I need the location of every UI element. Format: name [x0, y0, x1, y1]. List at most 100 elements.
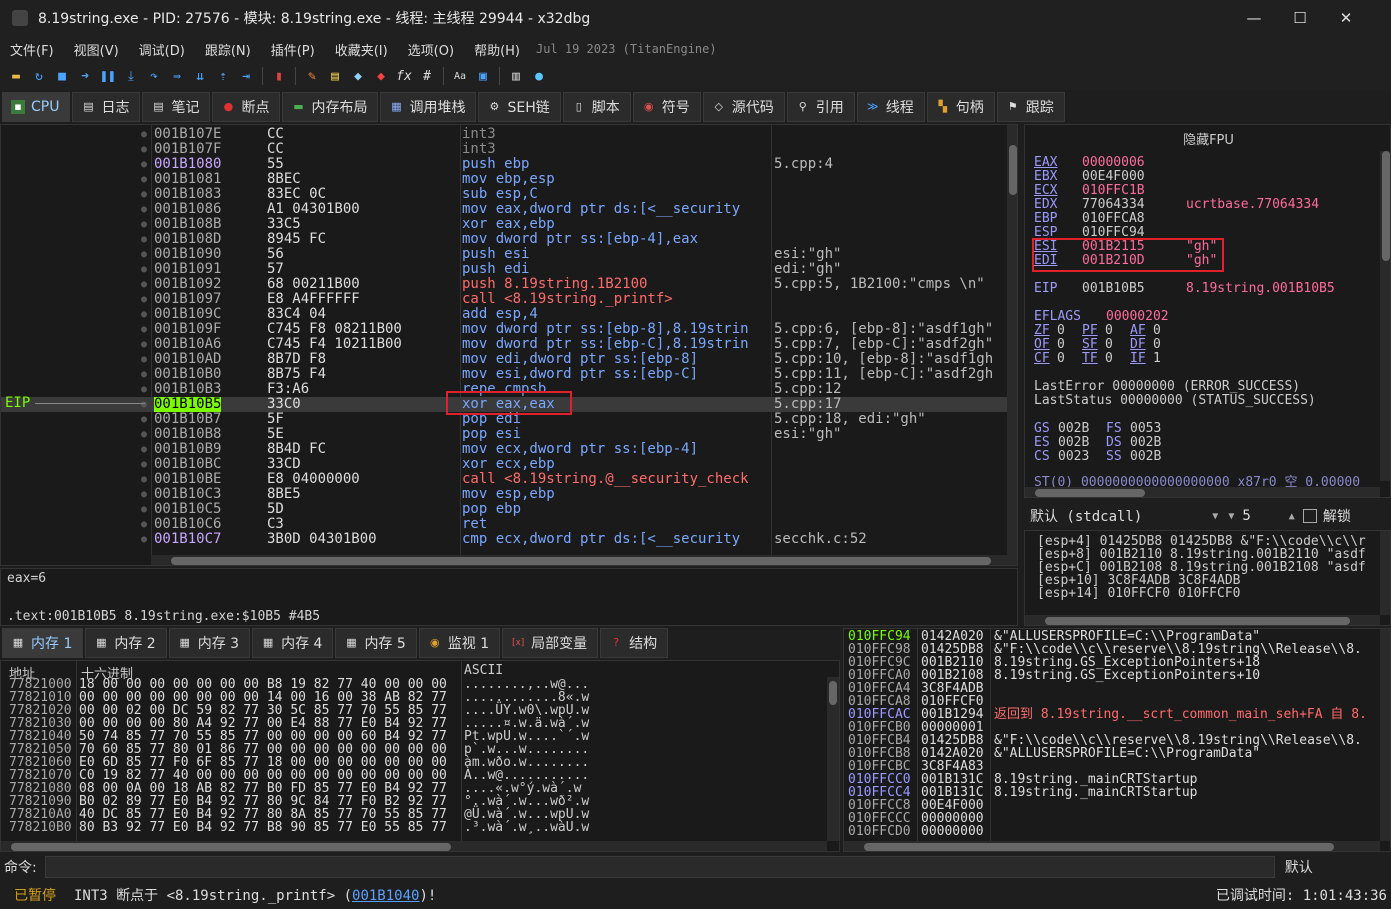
- breakpoint-gutter-icon[interactable]: ●: [141, 502, 147, 517]
- dump-scrollbar[interactable]: [827, 677, 839, 841]
- tab-dump-3[interactable]: ▦ 内存 3: [168, 628, 251, 658]
- chevron-down-icon[interactable]: ▼: [1212, 511, 1218, 522]
- breakpoint-gutter-icon[interactable]: ●: [141, 427, 147, 442]
- breakpoint-gutter-icon[interactable]: ●: [141, 397, 147, 412]
- disasm-row[interactable]: ● 001B1092 68 00211B00 push 8.19string.1B21…: [1, 277, 1007, 292]
- pause-icon[interactable]: ❚❚: [98, 66, 118, 86]
- command-input[interactable]: [44, 856, 1275, 878]
- run-to-user-code-icon[interactable]: ⇥: [236, 66, 256, 86]
- breakpoint-gutter-icon[interactable]: ●: [141, 232, 147, 247]
- execute-till-return-icon[interactable]: ⇡: [213, 66, 233, 86]
- disasm-row[interactable]: ● 001B10BE E8 04000000 call <8.19string.@__…: [1, 472, 1007, 487]
- breakpoint-gutter-icon[interactable]: ●: [141, 382, 147, 397]
- tab-trace[interactable]: ⚑ 跟踪: [996, 92, 1065, 122]
- scroll-thumb[interactable]: [171, 557, 991, 565]
- menu-options[interactable]: 选项(O): [398, 40, 464, 59]
- tab-dump-2[interactable]: ▦ 内存 2: [85, 628, 167, 658]
- segment-value[interactable]: 002B: [1130, 436, 1161, 450]
- disasm-row[interactable]: ● 001B107F CC int3: [1, 142, 1007, 157]
- disasm-row[interactable]: ● 001B109F C745 F8 08211B00 mov dword ptr s…: [1, 322, 1007, 337]
- tab-script[interactable]: ▯ 脚本: [562, 92, 631, 122]
- tab-memory-map[interactable]: ▬ 内存布局: [282, 92, 379, 122]
- close-button[interactable]: ✕: [1323, 0, 1369, 36]
- menu-debug[interactable]: 调试(D): [129, 40, 195, 59]
- arg-count-spinner[interactable]: 5: [1242, 508, 1250, 524]
- breakpoint-gutter-icon[interactable]: ●: [141, 307, 147, 322]
- globe-icon[interactable]: ●: [529, 66, 549, 86]
- tab-locals[interactable]: [x] 局部变量: [502, 628, 599, 658]
- args-scrollbar[interactable]: [1380, 531, 1390, 615]
- comment-icon[interactable]: ▤: [325, 66, 345, 86]
- breakpoint-gutter-icon[interactable]: ●: [141, 277, 147, 292]
- scroll-thumb[interactable]: [11, 843, 451, 851]
- tab-log[interactable]: ▤ 日志: [72, 92, 141, 122]
- segment-value[interactable]: 002B: [1058, 422, 1089, 436]
- menu-trace[interactable]: 跟踪(N): [195, 40, 261, 59]
- stack-scrollbar[interactable]: [1380, 629, 1390, 841]
- hash-icon[interactable]: #: [417, 66, 437, 86]
- disasm-row[interactable]: ● 001B1097 E8 A4FFFFFF call <8.19string._pr…: [1, 292, 1007, 307]
- font-icon[interactable]: Aa: [450, 66, 470, 86]
- args-hscrollbar[interactable]: [1025, 615, 1380, 625]
- breakpoint-gutter-icon[interactable]: ●: [141, 127, 147, 142]
- breakpoint-gutter-icon[interactable]: ●: [141, 472, 147, 487]
- step-into-icon[interactable]: ⤓: [121, 66, 141, 86]
- breakpoint-gutter-icon[interactable]: ●: [141, 337, 147, 352]
- flag-value[interactable]: 1: [1153, 352, 1161, 366]
- breakpoint-gutter-icon[interactable]: ●: [141, 202, 147, 217]
- breakpoint-gutter-icon[interactable]: ●: [141, 412, 147, 427]
- segment-value[interactable]: 0023: [1058, 450, 1089, 464]
- breakpoint-gutter-icon[interactable]: ●: [141, 262, 147, 277]
- disasm-scrollbar[interactable]: [1007, 125, 1017, 565]
- disasm-row[interactable]: ● 001B10B0 8B75 F4 mov esi,dword ptr ss:[eb…: [1, 367, 1007, 382]
- breakpoint-gutter-icon[interactable]: ●: [141, 487, 147, 502]
- minimize-button[interactable]: —: [1231, 0, 1277, 36]
- tab-dump-4[interactable]: ▦ 内存 4: [252, 628, 334, 658]
- flag-value[interactable]: 0: [1105, 352, 1113, 366]
- breakpoint-gutter-icon[interactable]: ●: [141, 352, 147, 367]
- segment-value[interactable]: 0053: [1130, 422, 1161, 436]
- flag-value[interactable]: 0: [1105, 338, 1113, 352]
- disasm-row[interactable]: ● 001B1086 A1 04301B00 mov eax,dword ptr ds…: [1, 202, 1007, 217]
- menu-file[interactable]: 文件(F): [0, 40, 64, 59]
- spinner-arrows-icon[interactable]: ▲: [1289, 511, 1295, 522]
- flag-value[interactable]: 0: [1105, 324, 1113, 338]
- breakpoint-gutter-icon[interactable]: ●: [141, 187, 147, 202]
- menu-plugins[interactable]: 插件(P): [261, 40, 325, 59]
- flag-value[interactable]: 0: [1057, 352, 1065, 366]
- tab-cpu[interactable]: ▪ CPU: [2, 92, 71, 122]
- restart-icon[interactable]: ↻: [29, 66, 49, 86]
- scroll-thumb[interactable]: [1009, 145, 1017, 195]
- tab-dump-1[interactable]: ▦ 内存 1: [2, 628, 84, 658]
- disasm-row[interactable]: ● 001B10C5 5D pop ebp: [1, 502, 1007, 517]
- calculator-icon[interactable]: ▥: [506, 66, 526, 86]
- status-address-link[interactable]: 001B1040: [352, 888, 419, 904]
- disasm-row[interactable]: ● 001B109C 83C4 04 add esp,4: [1, 307, 1007, 322]
- scroll-thumb[interactable]: [1045, 617, 1350, 625]
- breakpoint-gutter-icon[interactable]: ●: [141, 247, 147, 262]
- breakpoint-gutter-icon[interactable]: ●: [141, 517, 147, 532]
- scroll-thumb[interactable]: [864, 843, 1334, 851]
- dump-row[interactable]: 778210B0 80 B3 92 77 E0 B4 92 77 B8 90 85…: [1, 821, 827, 834]
- maximize-button[interactable]: ☐: [1277, 0, 1323, 36]
- breakpoint-gutter-icon[interactable]: ●: [141, 292, 147, 307]
- tab-seh-chain[interactable]: ⚙ SEH链: [478, 92, 561, 122]
- stack-hscrollbar[interactable]: [844, 841, 1380, 851]
- stack-arg-row[interactable]: [esp+14] 010FFCF0 010FFCF0: [1037, 587, 1241, 600]
- stack-row[interactable]: 010FFCD0 00000000: [844, 825, 1390, 838]
- tab-dump-5[interactable]: ▦ 内存 5: [335, 628, 417, 658]
- segment-value[interactable]: 002B: [1058, 436, 1089, 450]
- disasm-row[interactable]: ● 001B10AD 8B7D F8 mov edi,dword ptr ss:[eb…: [1, 352, 1007, 367]
- menu-view[interactable]: 视图(V): [64, 40, 129, 59]
- disasm-row[interactable]: ● 001B1091 57 push edi edi:"gh": [1, 262, 1007, 277]
- stop-icon[interactable]: ■: [52, 66, 72, 86]
- disasm-row[interactable]: ● 001B1083 83EC 0C sub esp,C: [1, 187, 1007, 202]
- step-over-icon[interactable]: ↷: [144, 66, 164, 86]
- tab-source[interactable]: ◇ 源代码: [702, 92, 785, 122]
- disasm-row[interactable]: ● 001B10BC 33CD xor ecx,ebp: [1, 457, 1007, 472]
- flag-value[interactable]: 0: [1057, 324, 1065, 338]
- function-icon[interactable]: fx: [394, 66, 414, 86]
- scroll-thumb[interactable]: [1382, 151, 1390, 261]
- run-icon[interactable]: ➜: [75, 66, 95, 86]
- tab-handles[interactable]: ▚ 句柄: [926, 92, 995, 122]
